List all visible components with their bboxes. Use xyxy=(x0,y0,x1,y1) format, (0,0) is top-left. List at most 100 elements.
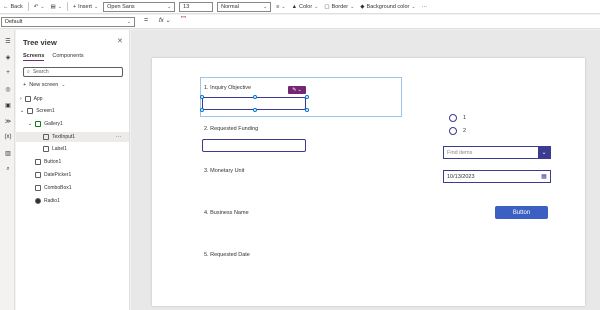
insert-icon[interactable]: + xyxy=(4,69,12,77)
color-icon: ▲ xyxy=(291,3,298,10)
chevron-down-icon: ⌄ xyxy=(166,3,172,10)
border-icon: ▢ xyxy=(324,3,330,10)
more-button[interactable]: ··· xyxy=(419,4,431,10)
chevron-down-icon: ⌄ xyxy=(281,3,286,10)
paste-button[interactable]: ▤ ⌄ xyxy=(48,4,65,10)
power-automate-icon[interactable]: ≫ xyxy=(4,117,12,125)
property-dropdown[interactable]: Default ⌄ xyxy=(1,17,135,27)
tab-components[interactable]: Components xyxy=(52,53,83,61)
font-weight-dropdown[interactable]: Normal ⌄ xyxy=(217,1,272,12)
label-monetary-unit: 3. Monetary Unit xyxy=(204,168,245,174)
label-business-name: 4. Business Name xyxy=(204,210,249,216)
label-inquiry-objective: 1. Inquiry Objective xyxy=(204,85,252,91)
new-screen-button[interactable]: + New screen ⌄ xyxy=(23,82,65,88)
search-rail-icon[interactable]: ⌕ xyxy=(4,165,12,173)
tree-node-button1[interactable]: Button1 xyxy=(35,159,61,165)
undo-button[interactable]: ↶ ⌄ xyxy=(31,4,48,10)
chevron-down-icon: ⌄ xyxy=(262,3,268,10)
tree-node-app[interactable]: › App xyxy=(20,96,43,102)
chevron-down-icon[interactable]: ⌄ xyxy=(538,146,550,159)
media-icon[interactable]: ▣ xyxy=(4,101,12,109)
chevron-right-icon: › xyxy=(20,96,22,102)
calendar-icon[interactable]: ▦ xyxy=(538,170,550,183)
background-color-button[interactable]: ◆ Background color ⌄ xyxy=(357,4,418,10)
tree-node-combobox1[interactable]: ComboBox1 xyxy=(35,185,72,191)
resize-handle[interactable] xyxy=(253,95,257,99)
clipboard-icon: ▤ xyxy=(50,3,56,10)
screen-icon xyxy=(27,108,34,114)
tree-view-title: Tree view xyxy=(23,38,57,47)
data-icon[interactable]: ◎ xyxy=(4,85,12,93)
tree-view-icon[interactable]: ◈ xyxy=(4,53,12,61)
undo-icon: ↶ xyxy=(33,3,39,10)
variables-icon[interactable]: (x) xyxy=(4,133,12,141)
chevron-down-icon: ⌄ xyxy=(20,108,25,114)
radio-option-2[interactable] xyxy=(449,127,457,135)
resize-handle[interactable] xyxy=(253,108,257,112)
chevron-down-icon: ⌄ xyxy=(314,3,319,10)
label-icon xyxy=(43,146,49,152)
chevron-down-icon: ⌄ xyxy=(350,3,355,10)
button-icon xyxy=(35,159,41,165)
tree-node-label1[interactable]: Label1 xyxy=(43,146,67,152)
chevron-down-icon: ⌄ xyxy=(411,3,416,10)
chevron-down-icon: ⌄ xyxy=(57,3,62,10)
fill-icon: ◆ xyxy=(360,3,365,10)
color-button[interactable]: ▲ Color ⌄ xyxy=(289,4,322,10)
label-requested-funding: 2. Requested Funding xyxy=(204,126,259,132)
text-input-2[interactable] xyxy=(202,139,306,152)
search-input[interactable]: ⌕ Search xyxy=(23,67,123,77)
resize-handle[interactable] xyxy=(305,108,309,112)
formula-input[interactable]: "" xyxy=(181,16,186,23)
border-button[interactable]: ▢ Border ⌄ xyxy=(321,4,357,10)
text-align-button[interactable]: ≡ ⌄ xyxy=(273,4,288,10)
resize-handle[interactable] xyxy=(200,108,204,112)
align-icon: ≡ xyxy=(276,3,280,10)
separator xyxy=(66,2,68,11)
tab-screens[interactable]: Screens xyxy=(23,53,45,61)
chevron-down-icon: ⌄ xyxy=(126,19,131,25)
chevron-down-icon: ⌄ xyxy=(28,121,33,127)
combo-box[interactable]: Find items ⌄ xyxy=(443,146,551,159)
tree-node-datepicker1[interactable]: DatePicker1 xyxy=(35,172,71,178)
radio-option-1[interactable] xyxy=(449,114,457,122)
plus-icon: + xyxy=(72,3,77,10)
separator xyxy=(27,2,29,11)
back-arrow-icon: ← xyxy=(3,3,9,10)
date-value: 10/13/2023 xyxy=(447,173,475,180)
font-family-dropdown[interactable]: Open Sans ⌄ xyxy=(103,1,176,12)
equals-sign: = xyxy=(144,17,149,24)
label-requested-date: 5. Requested Date xyxy=(204,252,250,258)
radio-icon xyxy=(35,198,41,204)
back-button[interactable]: ← Back xyxy=(0,4,26,10)
fx-button[interactable]: fx ⌄ xyxy=(159,17,170,24)
gallery-icon xyxy=(35,121,42,127)
canvas-button[interactable]: Button xyxy=(495,206,548,219)
tools-icon[interactable]: ▥ xyxy=(4,149,12,157)
resize-handle[interactable] xyxy=(305,95,309,99)
combobox-icon xyxy=(35,185,41,191)
app-icon xyxy=(24,96,31,102)
date-picker[interactable]: 10/13/2023 ▦ xyxy=(443,170,551,183)
font-size-input[interactable]: 13 xyxy=(179,1,214,12)
resize-handle[interactable] xyxy=(200,95,204,99)
tree-node-radio1[interactable]: Radio1 xyxy=(35,198,60,204)
tree-node-screen1[interactable]: ⌄ Screen1 xyxy=(20,108,55,114)
insert-button[interactable]: + Insert ⌄ xyxy=(70,4,101,10)
plus-icon: + xyxy=(23,82,27,88)
copilot-button[interactable]: ✎ ⌄ xyxy=(288,86,306,94)
search-icon: ⌕ xyxy=(27,69,30,75)
combo-placeholder: Find items xyxy=(447,149,473,156)
chevron-down-icon: ⌄ xyxy=(40,3,45,10)
hamburger-icon[interactable]: ☰ xyxy=(4,37,12,45)
calendar-icon xyxy=(35,172,41,178)
more-options-icon[interactable]: ··· xyxy=(116,134,121,140)
tree-node-gallery1[interactable]: ⌄ Gallery1 xyxy=(28,121,63,127)
left-rail: ☰ ◈ + ◎ ▣ ≫ (x) ▥ ⌕ xyxy=(0,30,15,310)
chevron-down-icon: ⌄ xyxy=(297,87,302,93)
tree-node-textinput1[interactable]: TextInput1 xyxy=(43,134,75,140)
close-icon[interactable]: ✕ xyxy=(117,37,123,45)
copilot-icon: ✎ xyxy=(292,87,297,93)
tree-tabs: Screens Components xyxy=(23,53,84,61)
tree-view-panel: Tree view ✕ Screens Components ⌕ Search … xyxy=(16,30,130,310)
